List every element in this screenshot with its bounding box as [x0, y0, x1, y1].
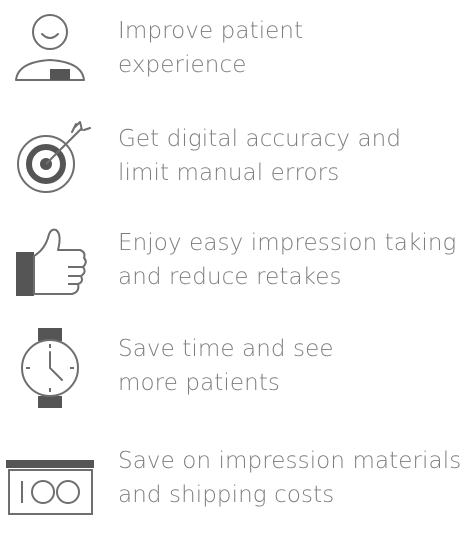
- thumbs-up-icon: [6, 222, 94, 302]
- benefit-line-2: and shipping costs: [118, 482, 335, 508]
- benefit-item-easy-impression: Enjoy easy impression taking and reduce …: [0, 222, 470, 302]
- benefit-line-1: Improve patient: [118, 18, 304, 44]
- benefit-text: Save time and see more patients: [118, 332, 470, 400]
- benefit-item-digital-accuracy: Get digital accuracy and limit manual er…: [0, 118, 470, 198]
- benefit-item-patient-experience: Improve patient experience: [0, 10, 470, 90]
- money-icon: [6, 440, 94, 520]
- benefit-text: Improve patient experience: [118, 14, 470, 82]
- benefit-line-1: Save on impression materials: [118, 448, 462, 474]
- benefit-text: Get digital accuracy and limit manual er…: [118, 122, 470, 190]
- benefit-line-1: Get digital accuracy and: [118, 126, 402, 152]
- benefit-text: Enjoy easy impression taking and reduce …: [118, 226, 470, 294]
- benefit-line-2: more patients: [118, 370, 281, 396]
- benefit-line-2: limit manual errors: [118, 160, 340, 186]
- benefit-item-save-materials: Save on impression materials and shippin…: [0, 440, 470, 520]
- benefit-line-1: Save time and see: [118, 336, 334, 362]
- watch-icon: [6, 328, 94, 408]
- target-icon: [6, 118, 94, 198]
- benefit-line-2: and reduce retakes: [118, 264, 342, 290]
- benefit-line-2: experience: [118, 52, 247, 78]
- benefit-item-save-time: Save time and see more patients: [0, 328, 470, 408]
- benefit-text: Save on impression materials and shippin…: [118, 444, 470, 512]
- benefit-line-1: Enjoy easy impression taking: [118, 230, 457, 256]
- patient-icon: [6, 10, 94, 90]
